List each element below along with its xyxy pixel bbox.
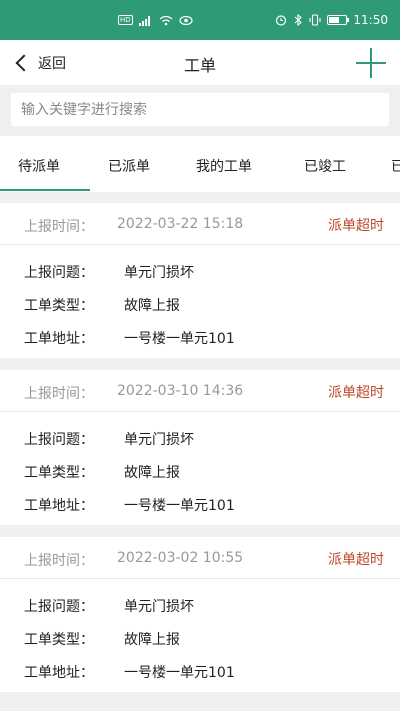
- battery-icon: [327, 15, 350, 25]
- tab-completed[interactable]: 已竣工: [304, 156, 346, 176]
- address-value: 一号楼一单元101: [124, 498, 235, 514]
- card-header: 上报时间： 2022-03-02 10:55 派单超时: [0, 537, 400, 579]
- alarm-icon: [275, 14, 287, 26]
- report-time-value: 2022-03-02 10:55: [117, 550, 244, 566]
- card-header: 上报时间： 2022-03-10 14:36 派单超时: [0, 370, 400, 412]
- hd-icon: HD: [118, 15, 133, 25]
- problem-value: 单元门损坏: [124, 432, 194, 448]
- address-label: 工单地址：: [24, 498, 94, 514]
- work-order-card[interactable]: 上报时间： 2022-03-10 14:36 派单超时 上报问题： 单元门损坏 …: [0, 370, 400, 525]
- status-left-icons: HD: [118, 14, 193, 26]
- work-order-card[interactable]: 上报时间： 2022-03-22 15:18 派单超时 上报问题： 单元门损坏 …: [0, 203, 400, 358]
- bluetooth-icon: [293, 14, 303, 26]
- type-value: 故障上报: [124, 298, 180, 314]
- address-value: 一号楼一单元101: [124, 665, 235, 681]
- address-value: 一号楼一单元101: [124, 331, 235, 347]
- tab-bar: 待派单 已派单 我的工单 已竣工 已: [0, 136, 400, 192]
- problem-label: 上报问题：: [24, 432, 94, 448]
- search-input[interactable]: [11, 93, 389, 126]
- tab-pending-dispatch[interactable]: 待派单: [18, 156, 60, 176]
- eye-icon: [179, 14, 193, 26]
- wifi-icon: [159, 14, 173, 26]
- type-label: 工单类型：: [24, 632, 94, 648]
- problem-label: 上报问题：: [24, 599, 94, 615]
- tab-my-orders[interactable]: 我的工单: [196, 156, 252, 176]
- tab-dispatched[interactable]: 已派单: [108, 156, 150, 176]
- type-label: 工单类型：: [24, 298, 94, 314]
- page-title: 工单: [183, 56, 216, 75]
- address-label: 工单地址：: [24, 665, 94, 681]
- status-bar: HD 11:50: [0, 0, 400, 40]
- tab-overflow[interactable]: 已: [391, 156, 400, 176]
- status-badge: 派单超时: [328, 385, 384, 401]
- status-right-icons: 11:50: [275, 13, 388, 27]
- problem-value: 单元门损坏: [124, 265, 194, 281]
- address-label: 工单地址：: [24, 331, 94, 347]
- report-time-label: 上报时间：: [24, 553, 94, 569]
- tab-indicator: [0, 189, 90, 191]
- report-time-value: 2022-03-22 15:18: [117, 216, 244, 232]
- status-time: 11:50: [353, 13, 388, 27]
- type-value: 故障上报: [124, 465, 180, 481]
- report-time-label: 上报时间：: [24, 219, 94, 235]
- type-label: 工单类型：: [24, 465, 94, 481]
- report-time-label: 上报时间：: [24, 386, 94, 402]
- report-time-value: 2022-03-10 14:36: [117, 383, 244, 399]
- nav-bar: 返回 工单: [0, 40, 400, 85]
- status-badge: 派单超时: [328, 218, 384, 234]
- plus-icon[interactable]: [356, 48, 386, 78]
- problem-label: 上报问题：: [24, 265, 94, 281]
- vibrate-icon: [309, 14, 321, 26]
- problem-value: 单元门损坏: [124, 599, 194, 615]
- battery-level: [329, 17, 339, 23]
- work-order-card[interactable]: 上报时间： 2022-03-02 10:55 派单超时 上报问题： 单元门损坏 …: [0, 537, 400, 692]
- type-value: 故障上报: [124, 632, 180, 648]
- card-header: 上报时间： 2022-03-22 15:18 派单超时: [0, 203, 400, 245]
- signal-icon: [138, 14, 153, 26]
- search-bar: [0, 85, 400, 131]
- status-badge: 派单超时: [328, 552, 384, 568]
